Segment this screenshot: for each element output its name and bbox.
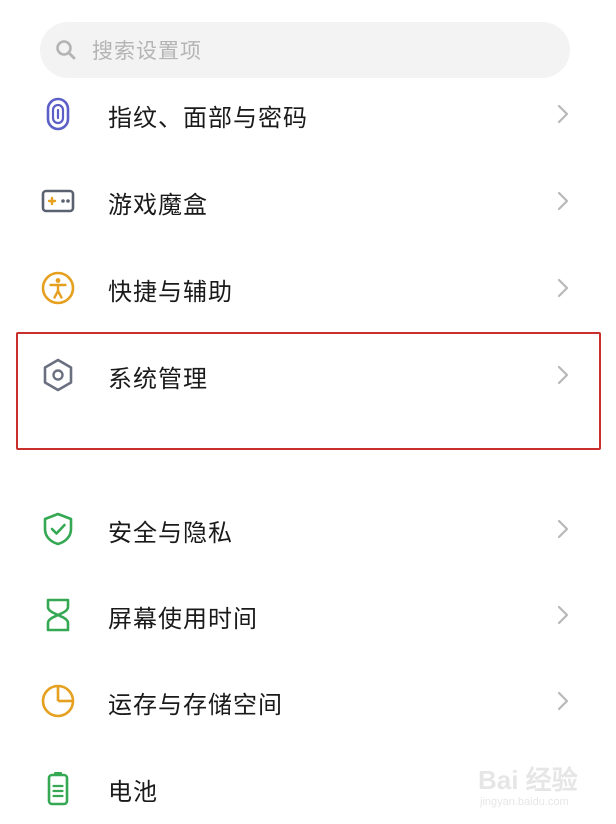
gamepad-icon [41, 189, 75, 213]
pie-chart-icon [41, 684, 75, 718]
highlight-box [16, 332, 601, 450]
chevron-right-icon [557, 191, 569, 211]
chevron-right-icon [557, 104, 569, 124]
watermark-subtext: jingyan.baidu.com [480, 796, 569, 808]
settings-item-screen-time[interactable]: 屏幕使用时间 [0, 585, 616, 645]
battery-icon [47, 772, 69, 806]
chevron-right-icon [557, 278, 569, 298]
shield-check-icon [43, 512, 73, 546]
settings-item-fingerprint[interactable]: 指纹、面部与密码 [0, 84, 616, 144]
accessibility-icon [41, 271, 75, 305]
settings-page: 搜索设置项 指纹、面部与密码 游戏魔盒 快捷与辅助 系统管理 安全与隐私 屏幕使… [0, 0, 616, 824]
settings-item-shortcuts-accessibility[interactable]: 快捷与辅助 [0, 258, 616, 318]
settings-item-label: 运存与存储空间 [108, 691, 283, 719]
chevron-right-icon [557, 691, 569, 711]
settings-item-security-privacy[interactable]: 安全与隐私 [0, 499, 616, 559]
chevron-right-icon [557, 605, 569, 625]
settings-item-label: 屏幕使用时间 [108, 605, 258, 633]
settings-item-label: 指纹、面部与密码 [108, 104, 308, 132]
watermark-text: Bai 经验 [478, 765, 578, 795]
chevron-right-icon [557, 519, 569, 539]
fingerprint-icon [46, 97, 70, 131]
baidu-jingyan-watermark: Bai 经验 jingyan.baidu.com [470, 760, 600, 820]
search-icon [56, 40, 76, 60]
settings-item-label: 电池 [108, 778, 158, 806]
search-placeholder: 搜索设置项 [92, 39, 202, 63]
settings-item-label: 快捷与辅助 [108, 278, 233, 306]
settings-item-ram-storage[interactable]: 运存与存储空间 [0, 671, 616, 731]
hourglass-icon [46, 598, 70, 632]
settings-item-game-box[interactable]: 游戏魔盒 [0, 171, 616, 231]
settings-item-label: 安全与隐私 [108, 519, 233, 547]
search-bar[interactable]: 搜索设置项 [40, 22, 570, 78]
settings-item-label: 游戏魔盒 [108, 191, 208, 219]
